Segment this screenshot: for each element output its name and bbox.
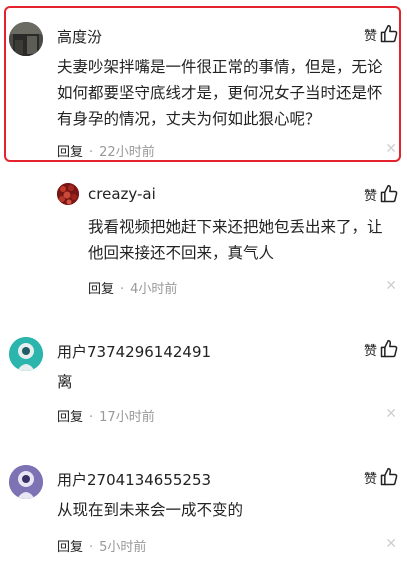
timestamp: 17小时前 (99, 410, 155, 425)
close-icon[interactable]: ✕ (385, 536, 397, 552)
username[interactable]: 用户2704134655253 (57, 469, 211, 490)
timestamp: 5小时前 (99, 540, 147, 555)
username[interactable]: creazy-ai (88, 185, 156, 203)
like-label: 赞 (363, 28, 377, 44)
comment-meta: 回复 · 17小时前 (57, 406, 155, 425)
thumbs-up-icon (380, 24, 398, 43)
like-label: 赞 (363, 471, 377, 487)
timestamp: 4小时前 (130, 282, 178, 297)
close-icon[interactable]: ✕ (385, 406, 397, 422)
comment-meta: 回复 · 4小时前 (88, 278, 177, 297)
avatar[interactable] (9, 337, 43, 371)
timestamp: 22小时前 (99, 145, 155, 160)
thumbs-up-icon (380, 184, 398, 203)
reply-button[interactable]: 回复 (88, 282, 114, 297)
comment-text: 我看视频把她赶下来还把她包丢出来了，让他回来接还不回来，真气人 (88, 218, 383, 262)
username[interactable]: 用户7374296142491 (57, 341, 211, 362)
avatar[interactable] (57, 183, 79, 205)
comment-text: 夫妻吵架拌嘴是一件很正常的事情，但是，无论如何都要坚守底线才是，更何况女子当时还… (57, 58, 383, 128)
username[interactable]: 高度汾 (57, 26, 102, 47)
comment-meta: 回复 · 5小时前 (57, 536, 146, 555)
like-button[interactable]: 赞 (364, 467, 399, 487)
close-icon[interactable]: ✕ (385, 278, 397, 294)
avatar[interactable] (9, 465, 43, 499)
like-label: 赞 (363, 343, 377, 359)
close-icon[interactable]: ✕ (385, 141, 397, 157)
comment-meta: 回复 · 22小时前 (57, 141, 155, 160)
like-label: 赞 (363, 188, 377, 204)
avatar[interactable] (9, 22, 43, 56)
like-button[interactable]: 赞 (364, 339, 399, 359)
separator-dot: · (89, 540, 94, 555)
separator-dot: · (89, 145, 94, 160)
like-button[interactable]: 赞 (364, 184, 399, 204)
comment-text: 从现在到未来会一成不变的 (57, 501, 244, 519)
reply-button[interactable]: 回复 (57, 145, 83, 160)
separator-dot: · (89, 410, 94, 425)
comment-text: 离 (57, 373, 73, 391)
separator-dot: · (120, 282, 125, 297)
reply-button[interactable]: 回复 (57, 540, 83, 555)
like-button[interactable]: 赞 (364, 24, 399, 44)
reply-button[interactable]: 回复 (57, 410, 83, 425)
thumbs-up-icon (380, 467, 398, 486)
thumbs-up-icon (380, 339, 398, 358)
